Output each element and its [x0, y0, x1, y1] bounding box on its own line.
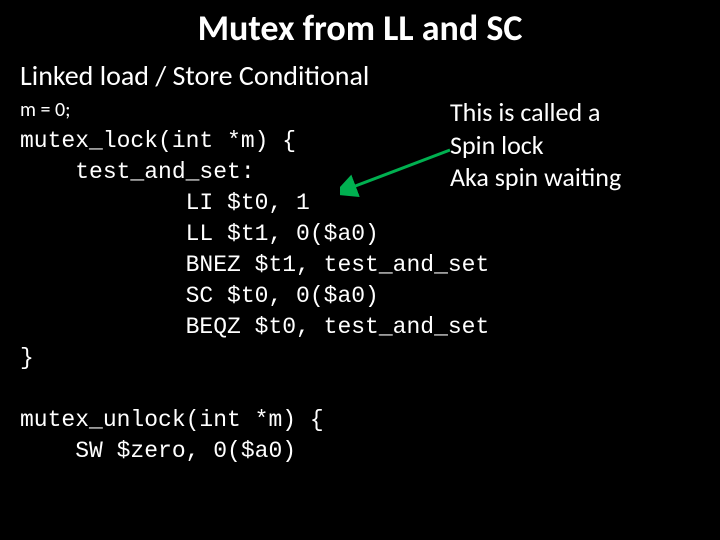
- slide: Mutex from LL and SC Linked load / Store…: [0, 0, 720, 540]
- subtitle: Linked load / Store Conditional: [20, 58, 369, 93]
- annotation-line3: Aka spin waiting: [450, 161, 700, 194]
- annotation: This is called a Spin lock Aka spin wait…: [450, 96, 700, 194]
- init-line: m = 0;: [20, 98, 70, 122]
- page-title: Mutex from LL and SC: [0, 6, 720, 50]
- code-block: mutex_lock(int *m) { test_and_set: LI $t…: [20, 126, 489, 468]
- annotation-line2: Spin lock: [450, 129, 700, 162]
- annotation-line1: This is called a: [450, 96, 700, 129]
